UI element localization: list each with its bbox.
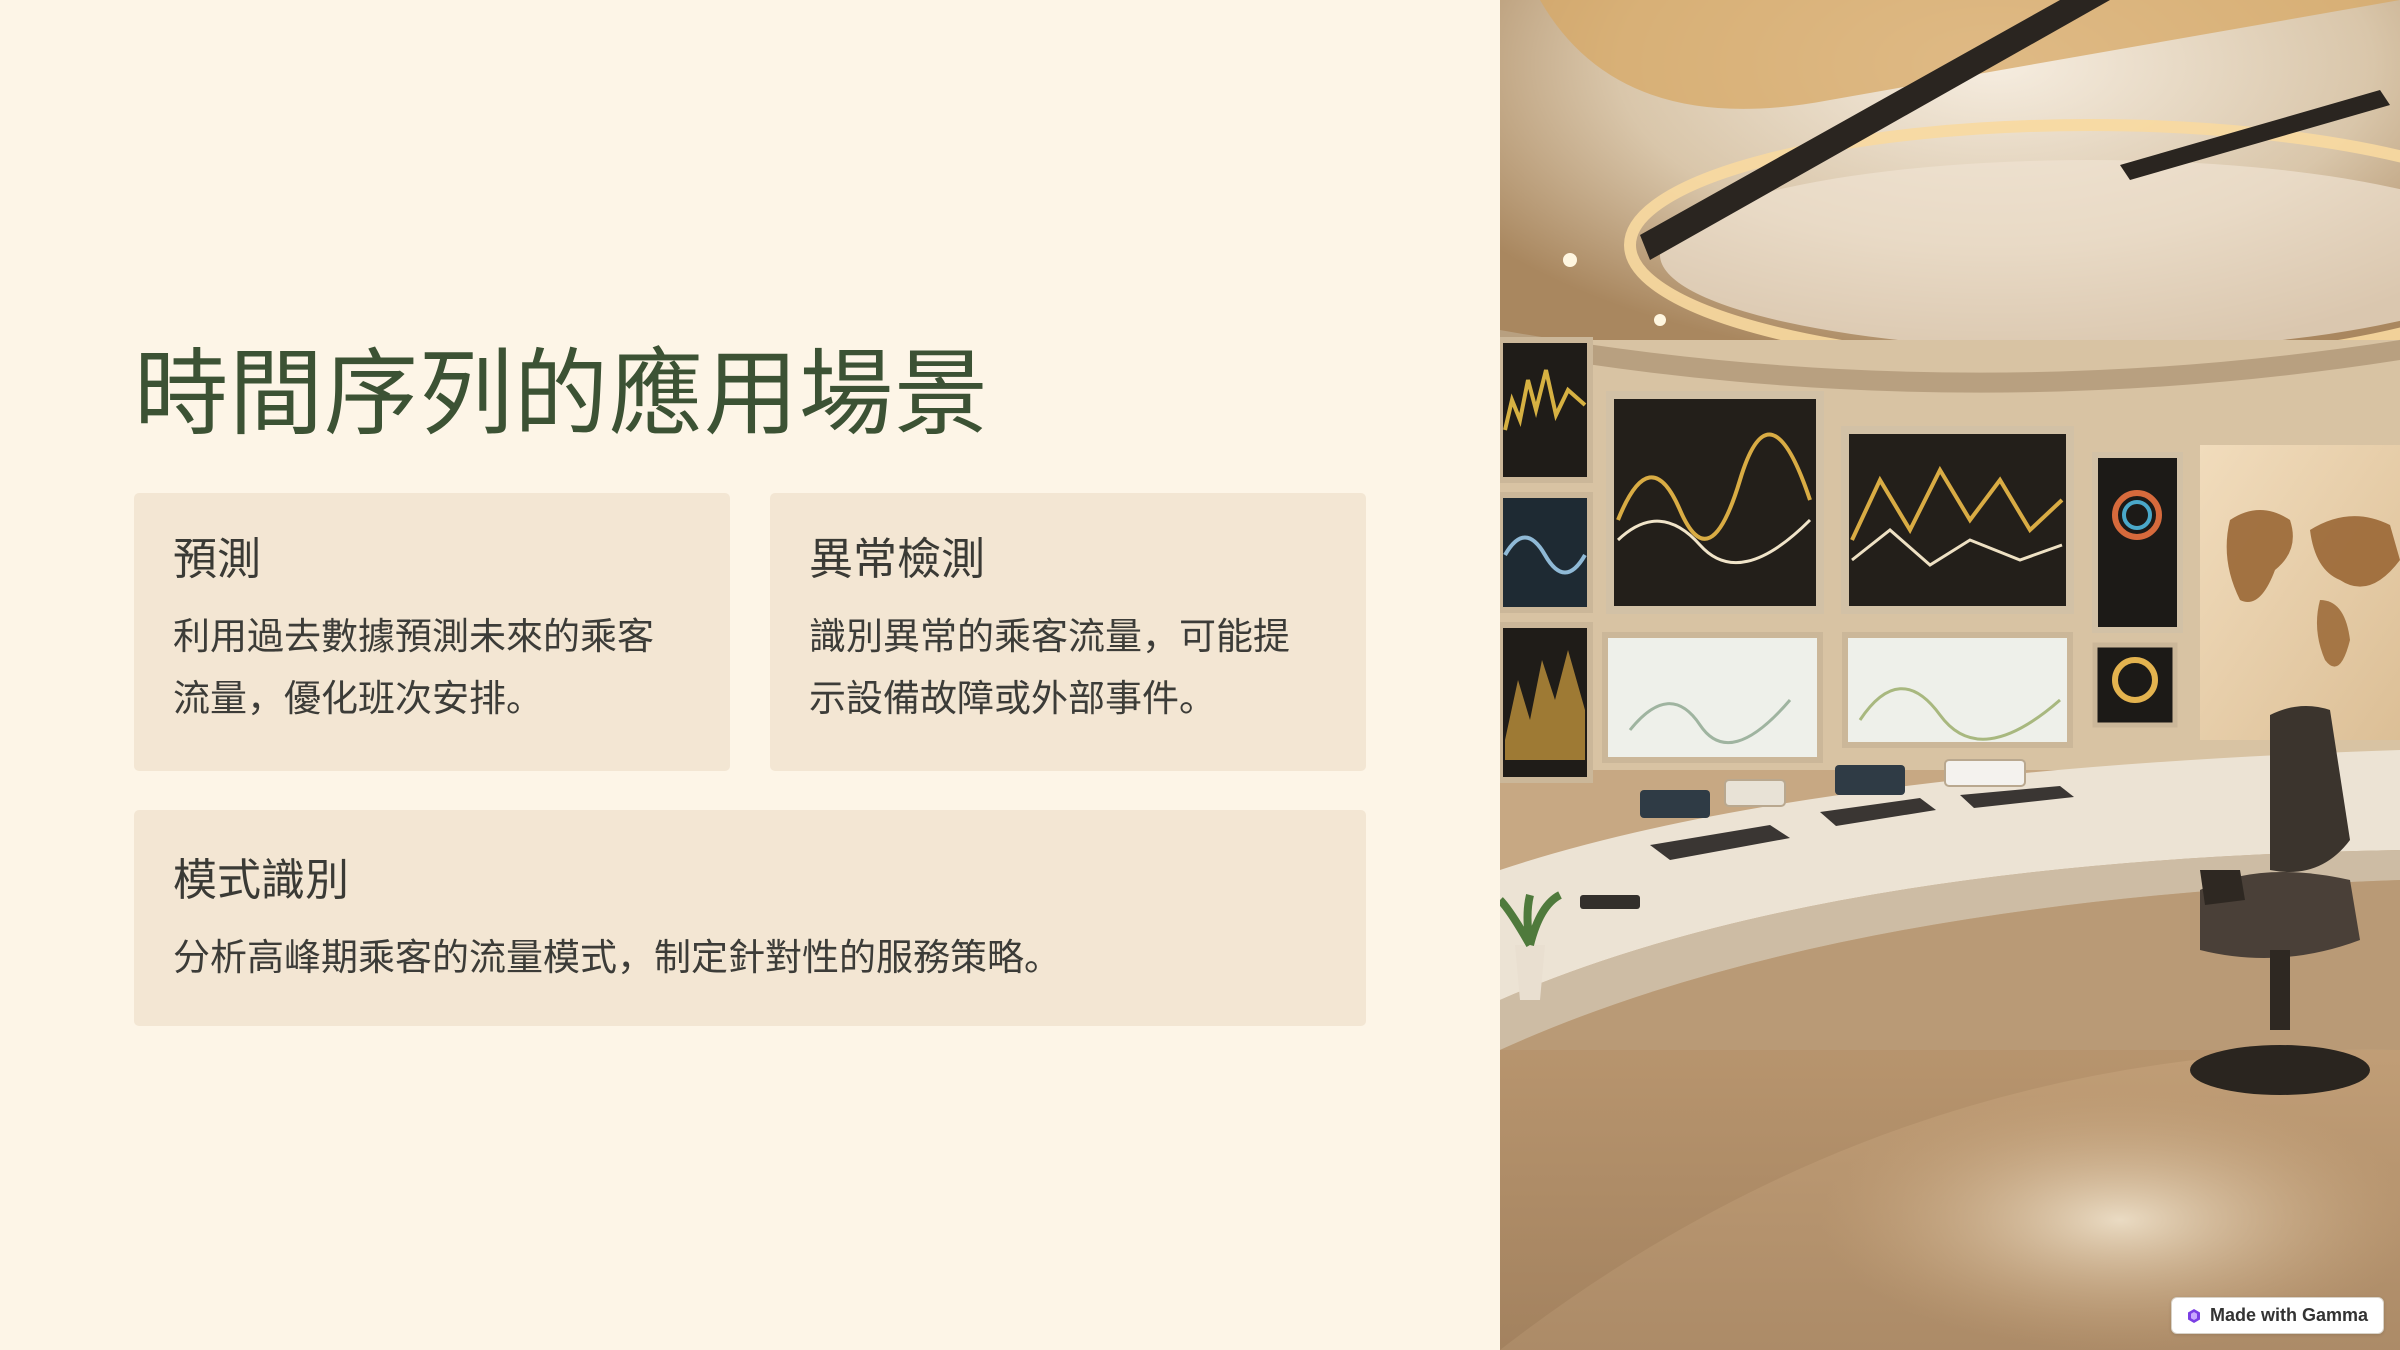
card-body: 利用過去數據預測未來的乘客流量，優化班次安排。 <box>173 615 654 720</box>
card-heading: 預測 <box>173 534 261 585</box>
card-pattern-recognition: 模式識別 分析高峰期乘客的流量模式，制定針對性的服務策略。 <box>134 810 1366 1026</box>
gamma-logo-icon <box>2188 1308 2200 1323</box>
slide-title: 時間序列的應用場景 <box>134 340 990 449</box>
card-body: 識別異常的乘客流量，可能提示設備故障或外部事件。 <box>809 615 1290 720</box>
card-anomaly-detection: 異常檢測 識別異常的乘客流量，可能提示設備故障或外部事件。 <box>770 493 1366 771</box>
card-forecast: 預測 利用過去數據預測未來的乘客流量，優化班次安排。 <box>134 493 730 771</box>
card-body: 分析高峰期乘客的流量模式，制定針對性的服務策略。 <box>173 936 1061 979</box>
badge-label: Made with Gamma <box>2210 1305 2369 1325</box>
control-room-image <box>1500 0 2400 1350</box>
control-room-illustration <box>1500 0 2400 1350</box>
content-panel: 時間序列的應用場景 預測 利用過去數據預測未來的乘客流量，優化班次安排。 異常檢… <box>0 0 1500 1350</box>
card-heading: 模式識別 <box>173 855 349 906</box>
card-heading: 異常檢測 <box>809 534 985 585</box>
made-with-gamma-badge[interactable]: Made with Gamma <box>2171 1297 2384 1334</box>
